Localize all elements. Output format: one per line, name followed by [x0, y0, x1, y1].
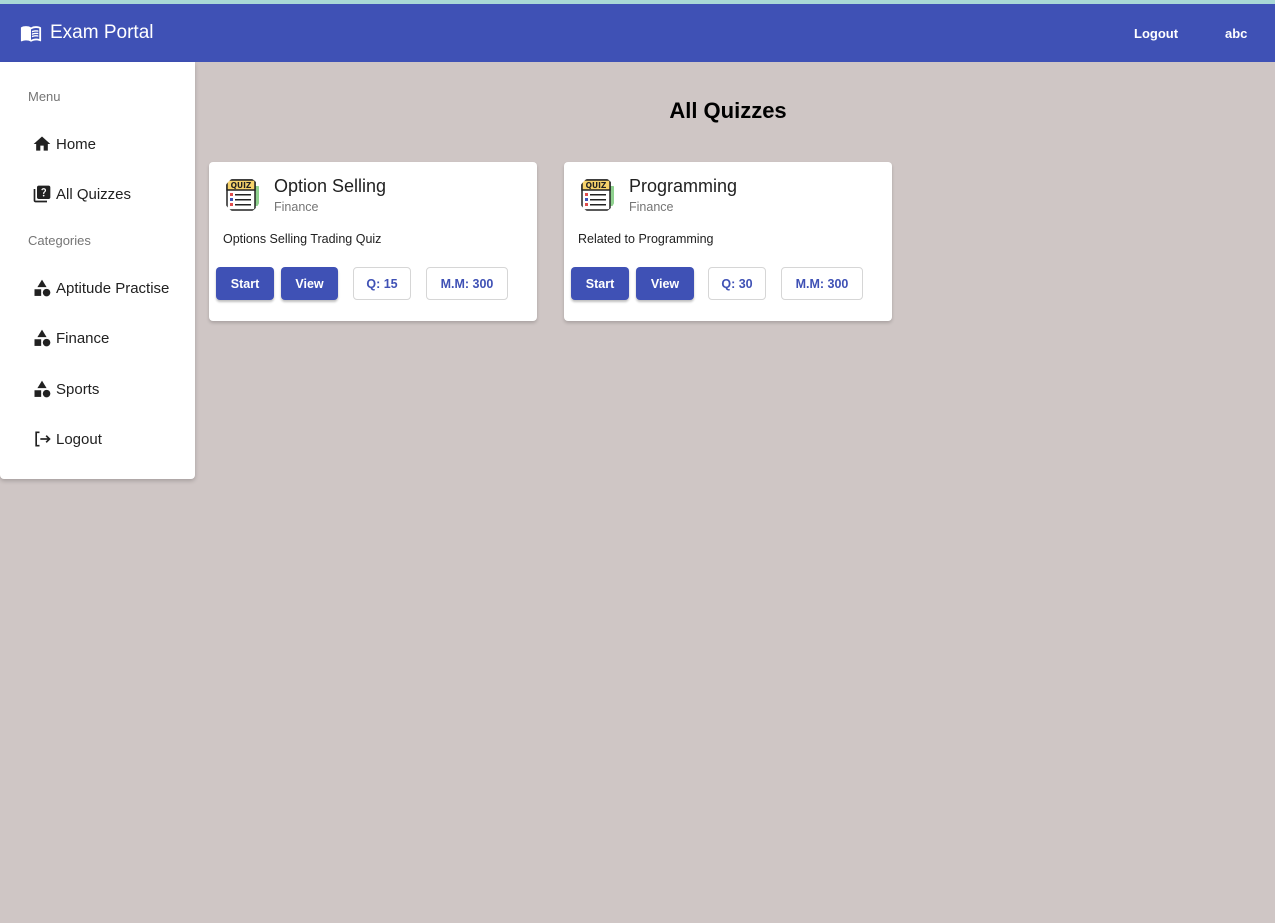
quiz-avatar: QUIZ [578, 176, 616, 214]
app-toolbar: Exam Portal Logout abc [0, 4, 1275, 62]
logout-icon [35, 431, 51, 447]
toolbar-user-button[interactable]: abc [1211, 17, 1261, 49]
quiz-card: QUIZ Programming Finance Related to Prog… [564, 162, 892, 321]
question-count-button[interactable]: Q: 30 [708, 267, 766, 300]
category-icon [34, 279, 51, 297]
sidebar-item-home[interactable]: Home [0, 122, 195, 166]
sidebar-item-label: Logout [56, 430, 102, 448]
sidebar-item-label: Aptitude Practise [56, 279, 170, 297]
question-count-button[interactable]: Q: 15 [353, 267, 411, 300]
quiz-avatar: QUIZ [223, 176, 261, 214]
sidebar-item-aptitude-practise[interactable]: Aptitude Practise [0, 266, 195, 310]
sidebar-item-finance[interactable]: Finance [0, 316, 195, 360]
sidebar-item-label: Home [56, 135, 97, 153]
category-icon [34, 380, 51, 398]
quiz-sheet-icon: QUIZ [223, 176, 261, 214]
app-title: Exam Portal [50, 22, 154, 43]
sidebar-item-logout[interactable]: Logout [0, 417, 195, 461]
quiz-card: QUIZ Option Selling Finance Options Sell… [209, 162, 537, 321]
sidebar-item-label: Sports [56, 380, 100, 398]
quiz-description: Related to Programming [578, 232, 714, 246]
sidebar-item-all-quizzes[interactable]: All Quizzes [0, 172, 195, 216]
toolbar-logout-button[interactable]: Logout [1120, 17, 1192, 49]
menu-header: Menu [28, 89, 61, 104]
max-marks-button[interactable]: M.M: 300 [781, 267, 863, 300]
quiz-category: Finance [629, 200, 674, 214]
view-button[interactable]: View [636, 267, 694, 300]
sidebar-item-label: All Quizzes [56, 185, 132, 203]
quiz-category: Finance [274, 200, 319, 214]
start-button[interactable]: Start [571, 267, 629, 300]
start-button[interactable]: Start [216, 267, 274, 300]
max-marks-button[interactable]: M.M: 300 [426, 267, 508, 300]
svg-text:QUIZ: QUIZ [586, 181, 607, 190]
sidebar: Menu Home All Quizzes Categories Aptitud… [0, 62, 195, 479]
category-icon [34, 329, 51, 347]
quiz-sheet-icon: QUIZ [578, 176, 616, 214]
quiz-description: Options Selling Trading Quiz [223, 232, 382, 246]
categories-header: Categories [28, 233, 91, 248]
home-icon [33, 136, 51, 151]
sidebar-item-sports[interactable]: Sports [0, 367, 195, 411]
view-button[interactable]: View [281, 267, 338, 300]
sidebar-item-label: Finance [56, 329, 110, 347]
brand-link[interactable]: Exam Portal [20, 4, 153, 62]
page-title: All Quizzes [669, 98, 787, 123]
quiz-title: Programming [629, 176, 738, 196]
quiz-title: Option Selling [274, 176, 387, 196]
svg-text:QUIZ: QUIZ [231, 181, 252, 190]
book-icon [20, 26, 42, 42]
quiz-icon [33, 185, 51, 203]
